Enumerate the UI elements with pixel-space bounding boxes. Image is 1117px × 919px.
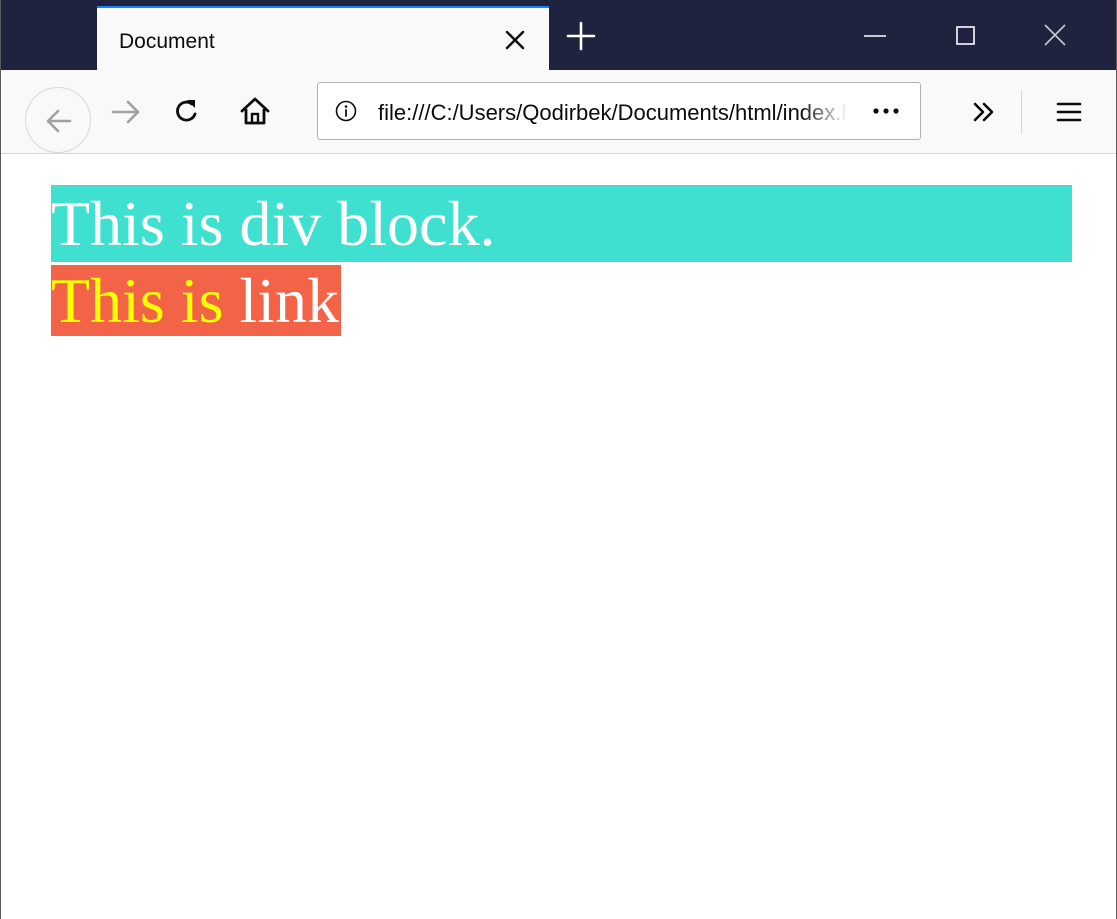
browser-window: Document file:///C:/Users/Qodirbek/Docum…: [0, 0, 1117, 919]
div-block-text: This is div block.: [51, 188, 496, 259]
reload-icon[interactable]: [165, 90, 209, 134]
forward-arrow-icon[interactable]: [105, 90, 149, 134]
close-window-icon[interactable]: [1027, 10, 1083, 60]
back-arrow-icon[interactable]: [25, 87, 91, 153]
title-bar: Document: [1, 0, 1116, 70]
url-text[interactable]: file:///C:/Users/Qodirbek/Documents/html…: [378, 100, 848, 126]
navigation-toolbar: file:///C:/Users/Qodirbek/Documents/html…: [1, 70, 1116, 154]
tab-close-icon[interactable]: [499, 24, 531, 56]
maximize-icon[interactable]: [937, 10, 993, 60]
site-info-icon[interactable]: [334, 99, 358, 123]
toolbar-separator: [1021, 90, 1022, 134]
page-link[interactable]: This is link: [51, 265, 342, 336]
home-icon[interactable]: [233, 90, 277, 134]
page-actions-icon[interactable]: [868, 97, 908, 125]
minimize-icon[interactable]: [847, 10, 903, 60]
page-viewport: This is div block. This is link: [1, 154, 1116, 919]
div-block: This is div block.: [51, 185, 1072, 262]
toolbar-overflow-icon[interactable]: [963, 90, 1007, 134]
tab-title: Document: [119, 30, 215, 53]
new-tab-plus-icon[interactable]: [563, 18, 599, 54]
tab-document[interactable]: Document: [97, 6, 549, 70]
hamburger-menu-icon[interactable]: [1047, 90, 1091, 134]
link-text-part1: This is: [51, 265, 224, 336]
link-text-part2: link: [239, 265, 340, 336]
url-bar[interactable]: file:///C:/Users/Qodirbek/Documents/html…: [317, 82, 921, 140]
